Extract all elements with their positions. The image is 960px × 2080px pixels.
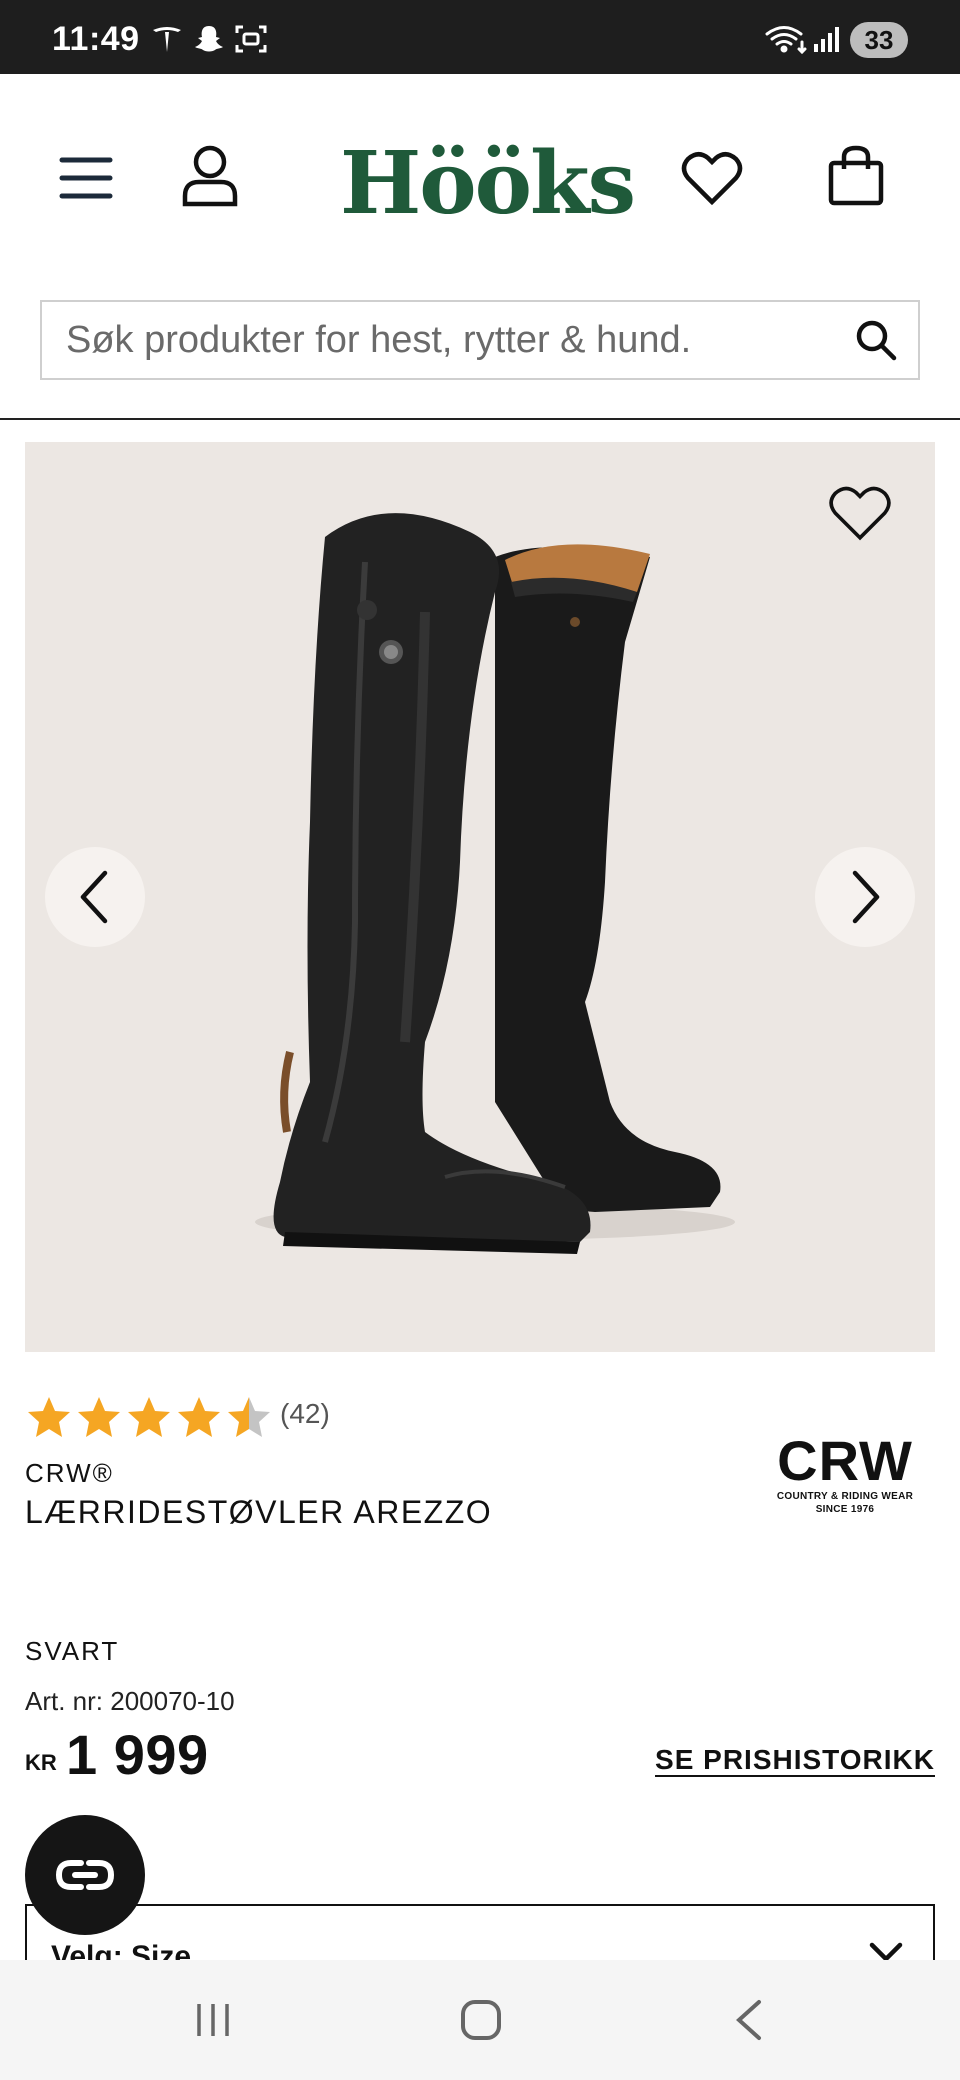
brand-logo-tagline: COUNTRY & RIDING WEAR [776,1491,914,1502]
product-price: 1 999 [66,1723,209,1786]
article-number: Art. nr: 200070-10 [25,1686,235,1716]
system-navigation-bar [0,1960,960,2080]
header-divider [0,418,960,420]
previous-image-button[interactable] [45,847,145,947]
star-icon [228,1397,270,1437]
signal-icon [812,24,842,54]
product-name: LÆRRIDESTØVLER AREZZO [25,1494,493,1530]
screenshot-icon [234,24,270,54]
price-history-link[interactable]: SE PRISHISTORIKK [655,1744,935,1776]
tesla-icon [150,24,186,54]
add-to-wishlist-icon[interactable] [825,478,895,548]
cart-icon[interactable] [816,136,896,216]
product-brand[interactable]: CRW® [25,1458,114,1489]
wishlist-icon[interactable] [672,138,752,218]
rating-stars[interactable] [25,1394,273,1442]
star-icon [78,1397,120,1437]
chat-button[interactable] [25,1815,145,1935]
account-icon[interactable] [170,136,250,216]
price-currency: KR [25,1750,57,1775]
brand-logo[interactable]: CRW COUNTRY & RIDING WEAR SINCE 1976 [770,1432,920,1524]
wifi-icon [764,24,808,55]
status-bar: 11:49 33 [0,0,960,74]
search-bar [40,300,920,380]
brand-logo-since: SINCE 1976 [815,1504,875,1515]
product-image-gallery[interactable] [25,442,935,1352]
battery-level: 33 [850,22,908,58]
product-color: SVART [25,1636,120,1666]
star-icon [128,1397,170,1437]
next-image-button[interactable] [815,847,915,947]
snapchat-icon [192,24,228,54]
back-icon[interactable] [714,1988,784,2052]
status-time: 11:49 [52,20,140,58]
menu-icon[interactable] [46,138,126,218]
home-icon[interactable] [446,1988,516,2052]
chevron-right-icon [852,870,880,924]
chevron-left-icon [80,870,108,924]
review-count[interactable]: (42) [280,1398,330,1430]
star-icon [28,1397,70,1437]
product-image [255,513,735,1254]
recent-apps-icon[interactable] [178,1988,248,2052]
search-input[interactable] [66,302,846,378]
site-logo[interactable]: Hööks [340,134,636,234]
star-icon [178,1397,220,1437]
brand-logo-text: CRW [777,1429,913,1492]
site-header: Hööks [0,74,960,284]
chat-icon [55,1860,115,1890]
search-icon[interactable] [848,312,904,368]
